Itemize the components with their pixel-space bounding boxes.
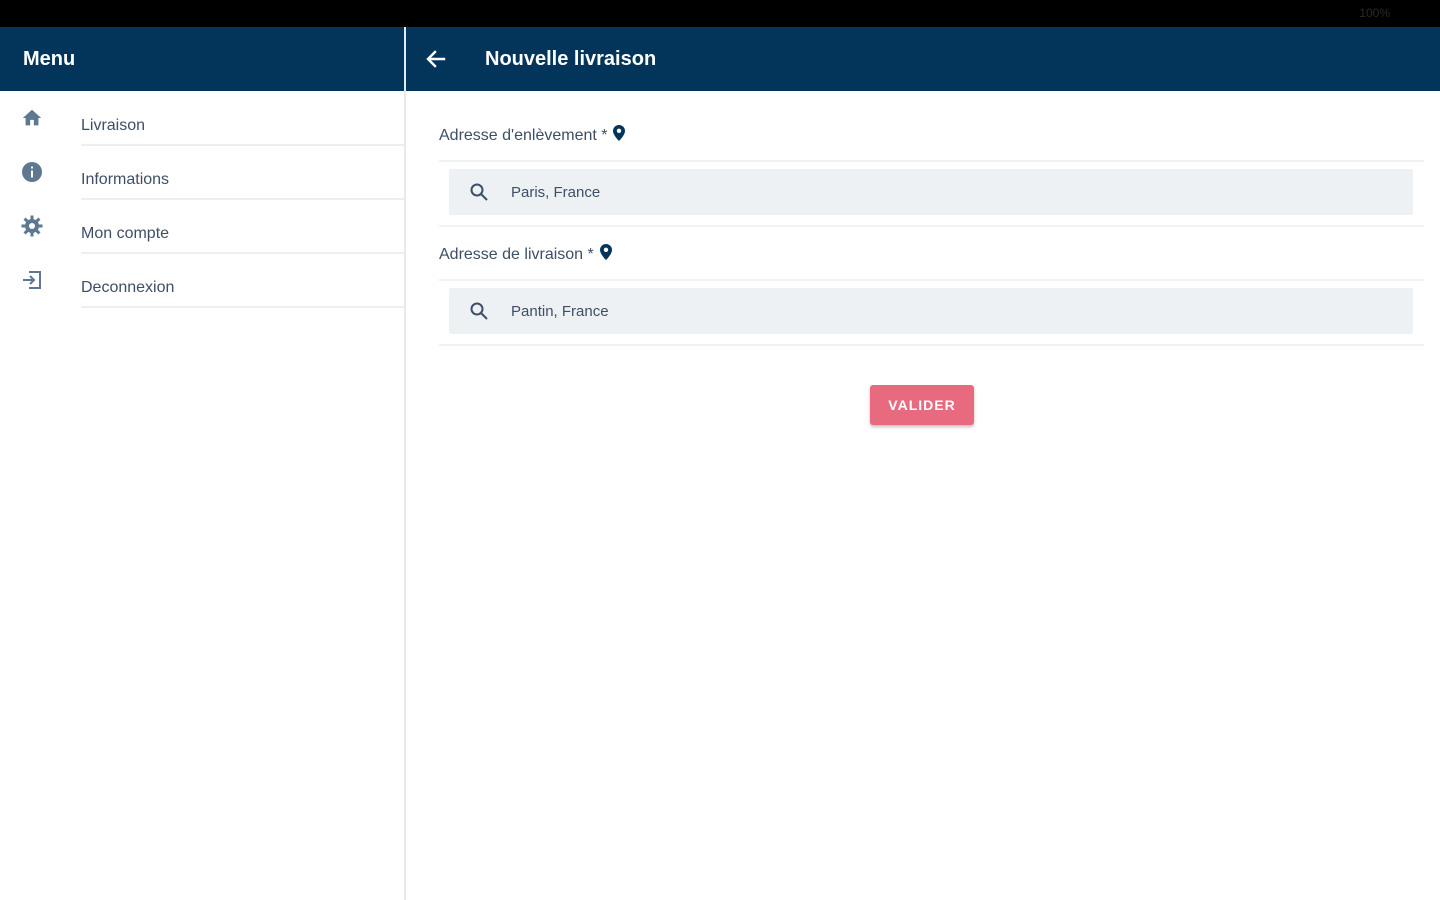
field-divider (439, 225, 1424, 227)
sidebar-item-label: Informations (81, 145, 404, 200)
app-header: Nouvelle livraison (406, 27, 1440, 91)
location-pin-icon (599, 244, 612, 265)
search-icon (469, 301, 489, 321)
sidebar-item-informations[interactable]: Informations (0, 145, 404, 200)
field-divider (439, 160, 1424, 162)
search-icon (469, 182, 489, 202)
sidebar-item-label: Deconnexion (81, 253, 404, 308)
pickup-address-label: Adresse d'enlèvement * (439, 125, 626, 146)
pickup-address-field[interactable] (449, 169, 1413, 215)
pickup-address-label-text: Adresse d'enlèvement * (439, 126, 608, 144)
location-pin-icon (613, 125, 626, 146)
sidebar-item-livraison[interactable]: Livraison (0, 91, 404, 146)
main-panel: Nouvelle livraison Adresse d'enlèvement … (406, 27, 1440, 900)
page-title: Nouvelle livraison (485, 48, 657, 70)
delivery-address-field[interactable] (449, 288, 1413, 334)
field-divider (439, 279, 1424, 281)
sidebar-title: Menu (0, 27, 404, 91)
home-icon (20, 106, 44, 130)
field-divider (439, 344, 1424, 346)
gear-icon (20, 214, 44, 238)
pickup-address-input[interactable] (511, 169, 1391, 215)
sidebar-menu: Menu Livraison Informations Mon compte D… (0, 27, 406, 900)
battery-indicator: 100% (1359, 6, 1390, 20)
back-arrow-icon[interactable] (424, 47, 448, 71)
sidebar-item-label: Mon compte (81, 199, 404, 254)
status-bar: 100% (0, 0, 1440, 27)
validate-button[interactable]: VALIDER (870, 385, 974, 425)
sidebar-item-deconnexion[interactable]: Deconnexion (0, 253, 404, 308)
info-icon (20, 160, 44, 184)
logout-icon (20, 268, 44, 292)
delivery-address-label-text: Adresse de livraison * (439, 245, 594, 263)
delivery-address-input[interactable] (511, 288, 1391, 334)
sidebar-item-mon-compte[interactable]: Mon compte (0, 199, 404, 254)
sidebar-item-label: Livraison (81, 91, 404, 146)
delivery-address-label: Adresse de livraison * (439, 244, 612, 265)
